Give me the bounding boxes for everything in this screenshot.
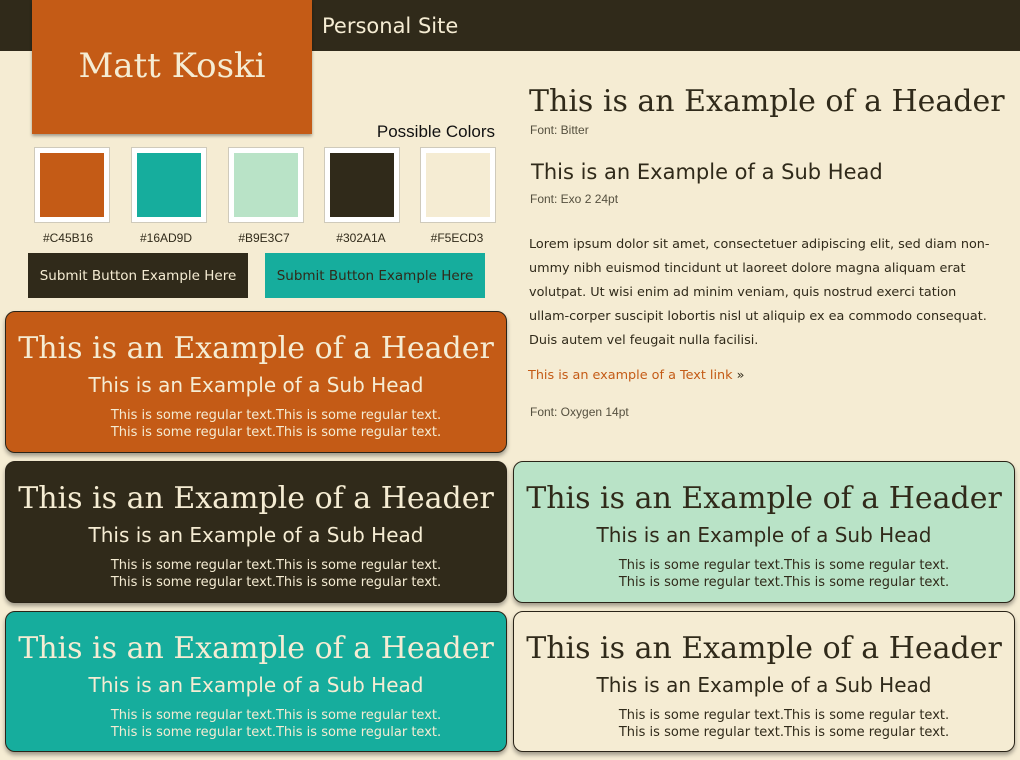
text-link[interactable]: This is an example of a Text link bbox=[528, 368, 733, 383]
hex-label: #302A1A bbox=[336, 231, 386, 245]
swatch-mint bbox=[228, 147, 304, 223]
card-text: This is some regular text.This is some r… bbox=[6, 707, 506, 741]
swatch-fill bbox=[137, 153, 201, 217]
card-dark: This is an Example of a Header This is a… bbox=[5, 461, 507, 603]
logo-name: Matt Koski bbox=[78, 46, 266, 86]
card-text-line: This is some regular text.This is some r… bbox=[110, 708, 442, 723]
card-subhead: This is an Example of a Sub Head bbox=[596, 523, 932, 547]
card-text: This is some regular text.This is some r… bbox=[6, 407, 506, 441]
swatch-teal bbox=[131, 147, 207, 223]
card-text-line: This is some regular text.This is some r… bbox=[110, 575, 442, 590]
swatch-fill bbox=[426, 153, 490, 217]
sample-body-text: Lorem ipsum dolor sit amet, consectetuer… bbox=[529, 237, 990, 348]
sample-header: This is an Example of a Header bbox=[529, 84, 1005, 119]
card-header: This is an Example of a Header bbox=[18, 631, 494, 666]
card-text-line: This is some regular text.This is some r… bbox=[618, 708, 950, 723]
hex-label: #16AD9D bbox=[139, 231, 193, 245]
swatch-fill bbox=[40, 153, 104, 217]
card-cream: This is an Example of a Header This is a… bbox=[513, 611, 1015, 752]
swatch-fill bbox=[234, 153, 298, 217]
card-text: This is some regular text.This is some r… bbox=[514, 557, 1014, 591]
card-header: This is an Example of a Header bbox=[18, 481, 494, 516]
logo-block[interactable]: Matt Koski bbox=[32, 0, 312, 134]
card-subhead: This is an Example of a Sub Head bbox=[88, 373, 424, 397]
card-text-line: This is some regular text.This is some r… bbox=[110, 558, 442, 573]
hex-label: #C45B16 bbox=[42, 231, 94, 245]
hex-label: #B9E3C7 bbox=[238, 231, 290, 245]
card-text-line: This is some regular text.This is some r… bbox=[110, 725, 442, 740]
swatch-fill bbox=[330, 153, 394, 217]
card-header: This is an Example of a Header bbox=[526, 481, 1002, 516]
card-text-line: This is some regular text.This is some r… bbox=[618, 558, 950, 573]
body-font-note: Font: Oxygen 14pt bbox=[530, 405, 629, 419]
submit-button-teal[interactable]: Submit Button Example Here bbox=[265, 253, 485, 298]
card-text: This is some regular text.This is some r… bbox=[6, 557, 506, 591]
swatch-orange bbox=[34, 147, 110, 223]
card-text-line: This is some regular text.This is some r… bbox=[110, 408, 442, 423]
sample-text-link: This is an example of a Text link » bbox=[528, 367, 745, 385]
card-teal: This is an Example of a Header This is a… bbox=[5, 611, 507, 752]
possible-colors-label: Possible Colors bbox=[376, 122, 495, 141]
card-subhead: This is an Example of a Sub Head bbox=[88, 523, 424, 547]
card-text: This is some regular text.This is some r… bbox=[514, 707, 1014, 741]
card-text-line: This is some regular text.This is some r… bbox=[618, 725, 950, 740]
swatch-cream bbox=[420, 147, 496, 223]
card-text-line: This is some regular text.This is some r… bbox=[618, 575, 950, 590]
card-text-line: This is some regular text.This is some r… bbox=[110, 425, 442, 440]
card-orange: This is an Example of a Header This is a… bbox=[5, 311, 507, 453]
site-title: Personal Site bbox=[322, 14, 459, 38]
header-font-note: Font: Bitter bbox=[530, 123, 589, 137]
card-header: This is an Example of a Header bbox=[526, 631, 1002, 666]
hex-label: #F5ECD3 bbox=[430, 231, 484, 245]
card-mint: This is an Example of a Header This is a… bbox=[513, 461, 1015, 603]
subhead-font-note: Font: Exo 2 24pt bbox=[530, 192, 619, 206]
link-arrow-icon: » bbox=[736, 368, 745, 383]
card-subhead: This is an Example of a Sub Head bbox=[88, 673, 424, 697]
submit-button-dark[interactable]: Submit Button Example Here bbox=[28, 253, 248, 298]
swatch-dark bbox=[324, 147, 400, 223]
card-subhead: This is an Example of a Sub Head bbox=[596, 673, 932, 697]
card-header: This is an Example of a Header bbox=[18, 331, 494, 366]
sample-subhead: This is an Example of a Sub Head bbox=[531, 160, 883, 184]
